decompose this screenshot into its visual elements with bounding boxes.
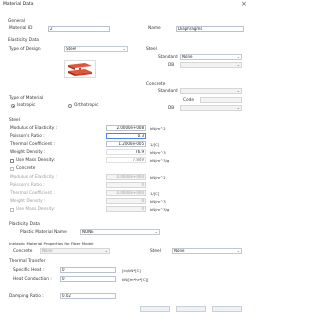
concrete-title: Concrete (146, 82, 166, 87)
steel-thermal-unit: 1/[C] (150, 142, 160, 147)
heat-conduction-label: Heat Conduction : (13, 277, 52, 282)
material-id-label: Material ID (9, 26, 33, 31)
isotropic-label: Isotropic (17, 103, 36, 108)
concrete-thermal-input[interactable]: 0.0000e+000 (106, 190, 146, 196)
concrete-weight-input[interactable]: 0 (106, 198, 146, 204)
plastic-material-name-select[interactable]: NONE ⌄ (80, 229, 160, 235)
plasticity-title: Plasticity Data (9, 222, 40, 227)
concrete-thermal-label: Thermal Coefficient : (10, 191, 55, 196)
chevron-down-icon: ⌄ (236, 88, 240, 93)
heat-conduction-unit: kN/[m*hr*[C]] (122, 277, 149, 282)
title-bar: Material Data × (0, 0, 256, 11)
specific-heat-input[interactable]: 0 (60, 267, 116, 273)
steel-thermal-label: Thermal Coefficient : (10, 142, 55, 147)
steel-standard-select[interactable]: None ⌄ (180, 54, 242, 60)
name-input[interactable]: Diaphragms (176, 26, 244, 32)
chevron-down-icon: ⌄ (122, 46, 126, 51)
steel-standard-label: Standard (158, 55, 178, 60)
steel-standard-title: Steel (146, 47, 157, 52)
damping-ratio-input[interactable]: 0.02 (60, 293, 116, 299)
close-icon[interactable]: × (241, 1, 247, 8)
chevron-down-icon: ⌄ (236, 248, 240, 253)
concrete-checkbox[interactable] (10, 167, 14, 171)
material-id-input[interactable]: 2 (48, 26, 110, 32)
specific-heat-unit: [in/kN*[C] (122, 268, 141, 273)
concrete-modulus-label: Modulus of Elasticity : (10, 175, 58, 180)
steel-mass-density-unit: kN/m^3/g (150, 158, 170, 163)
chevron-down-icon: ⌄ (236, 54, 240, 59)
steel-modulus-input[interactable]: 2.0000e+008 (106, 125, 146, 131)
concrete-weight-label: Weight Density : (10, 199, 46, 204)
inelastic-title: Inelastic Material Properties for Fiber … (9, 241, 94, 246)
inelastic-steel-select[interactable]: None ⌄ (172, 248, 242, 254)
ok-button[interactable] (140, 306, 170, 312)
apply-button[interactable] (212, 306, 242, 312)
orthotropic-radio[interactable] (68, 104, 72, 108)
concrete-db-label: DB (168, 106, 175, 111)
concrete-modulus-input[interactable]: 0.0000e+000 (106, 174, 146, 180)
steel-poisson-input[interactable]: 0.3 (106, 133, 146, 139)
steel-weight-unit: kN/m^3 (150, 150, 166, 155)
chevron-down-icon: ⌄ (236, 105, 240, 110)
steel-db-select[interactable]: ⌄ (180, 62, 242, 68)
concrete-poisson-input[interactable]: 0 (106, 182, 146, 188)
general-title: General (8, 19, 25, 24)
type-of-material-title: Type of Material (9, 96, 44, 101)
type-of-design-label: Type of Design (9, 47, 41, 52)
steel-props-title: Steel (9, 118, 20, 123)
concrete-code-label: Code (183, 98, 195, 103)
concrete-code-input[interactable] (200, 97, 242, 103)
chevron-down-icon: ⌄ (104, 248, 108, 253)
inelastic-steel-label: Steel (150, 249, 161, 254)
concrete-weight-unit: kN/m^3 (150, 199, 166, 204)
orthotropic-label: Orthotropic (74, 103, 99, 108)
name-label: Name (148, 26, 161, 31)
steel-weight-input[interactable]: 76.9 (106, 149, 146, 155)
specific-heat-label: Specific Heat : (13, 268, 45, 273)
inelastic-concrete-select[interactable]: None ⌄ (40, 248, 110, 254)
concrete-db-select[interactable]: ⌄ (180, 105, 242, 111)
concrete-modulus-unit: kN/m^2 (150, 175, 166, 180)
chevron-down-icon: ⌄ (236, 62, 240, 67)
steel-modulus-unit: kN/m^2 (150, 126, 166, 131)
steel-db-label: DB (168, 63, 175, 68)
concrete-use-mass-density-checkbox[interactable] (10, 208, 14, 212)
thermal-title: Thermal Transfer (9, 259, 46, 264)
concrete-poisson-label: Poisson's Ratio : (10, 183, 45, 188)
steel-mass-density-input[interactable]: 7.849 (106, 157, 146, 163)
window-title: Material Data (3, 2, 34, 7)
concrete-standard-select[interactable]: ⌄ (180, 88, 242, 94)
elasticity-title: Elasticity Data (8, 38, 40, 43)
steel-use-mass-density-label: Use Mass Density: (16, 158, 56, 163)
type-of-design-select[interactable]: Steel ⌄ (64, 46, 128, 52)
cancel-button[interactable] (176, 306, 206, 312)
steel-weight-label: Weight Density : (10, 150, 46, 155)
chevron-down-icon: ⌄ (154, 229, 158, 234)
steel-poisson-label: Poisson's Ratio : (10, 134, 45, 139)
concrete-standard-label: Standard (158, 89, 178, 94)
isotropic-radio[interactable] (11, 104, 15, 108)
heat-conduction-input[interactable]: 0 (60, 276, 116, 282)
steel-modulus-label: Modulus of Elasticity : (10, 126, 58, 131)
concrete-mass-density-input[interactable]: 0 (106, 206, 146, 212)
inelastic-concrete-label: Concrete (13, 249, 33, 254)
steel-thermal-input[interactable]: 1.2000e-005 (106, 141, 146, 147)
concrete-thermal-unit: 1/[C] (150, 191, 160, 196)
concrete-mass-density-unit: kN/m^3/g (150, 207, 170, 212)
steel-section-image (64, 60, 96, 78)
steel-beam-icon (68, 63, 92, 76)
concrete-use-mass-density-label: Use Mass Density: (16, 207, 56, 212)
concrete-props-title: Concrete (16, 166, 36, 171)
damping-ratio-label: Damping Ratio : (9, 294, 44, 299)
steel-use-mass-density-checkbox[interactable] (10, 159, 14, 163)
plastic-material-name-label: Plastic Material Name (20, 230, 67, 235)
